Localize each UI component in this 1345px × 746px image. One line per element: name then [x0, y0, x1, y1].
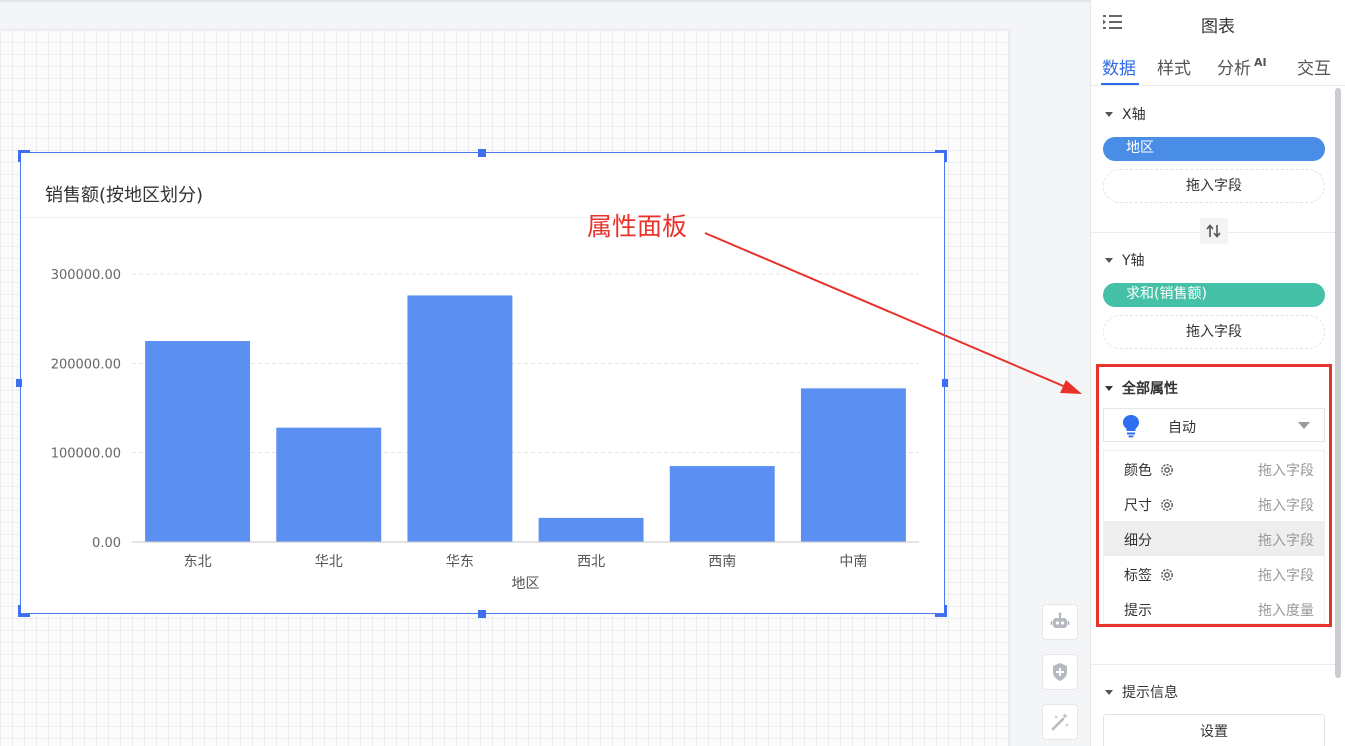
bar-4[interactable] [669, 466, 775, 542]
panel-scrollbar[interactable] [1335, 88, 1341, 678]
tab-style-label: 样式 [1157, 59, 1191, 79]
y-axis-drop-zone[interactable]: 拖入字段 [1103, 315, 1325, 349]
resize-handle-top[interactable] [478, 149, 486, 157]
property-panel: 图表 数据 样式 分析 AI 交互 X轴 地区 拖入字段 Y轴 求和(销售额) 拖… [1090, 0, 1345, 746]
tab-analysis-label: 分析 [1217, 59, 1251, 79]
resize-handle-left[interactable] [16, 379, 22, 387]
bar-2[interactable] [407, 295, 513, 542]
annotation-label: 属性面板 [587, 212, 688, 241]
robot-icon [1050, 612, 1070, 628]
prop-size-label: 尺寸 [1124, 498, 1152, 514]
prop-name: 细分 [1124, 530, 1152, 550]
bar-1[interactable] [276, 427, 382, 542]
panel-title: 图表 [1201, 17, 1235, 37]
tooltip-info-section-toggle[interactable]: 提示信息 [1105, 682, 1178, 702]
prop-row-tooltip[interactable]: 提示 拖入度量 [1104, 591, 1324, 626]
magic-wand-icon [1051, 713, 1069, 731]
bar-3[interactable] [538, 517, 644, 542]
tab-interaction-label: 交互 [1297, 59, 1331, 79]
security-button[interactable] [1042, 654, 1078, 690]
chart-widget[interactable]: 销售额(按地区划分) 0.00 100000.00 200000.00 300000.… [20, 152, 945, 614]
prop-detail-label: 细分 [1124, 533, 1152, 549]
prop-row-label[interactable]: 标签 拖入字段 [1104, 556, 1324, 591]
gear-icon[interactable] [1159, 567, 1175, 583]
swap-axes-button[interactable] [1200, 218, 1228, 244]
resize-corner-bottom-left[interactable] [18, 605, 30, 617]
x-axis-section-toggle[interactable]: X轴 [1105, 104, 1146, 124]
prop-tooltip-drop[interactable]: 拖入度量 [1258, 600, 1314, 620]
prop-name: 提示 [1124, 600, 1152, 620]
prop-row-size[interactable]: 尺寸 拖入字段 [1104, 486, 1324, 521]
section-divider [1091, 664, 1335, 665]
x-tick-label: 中南 [839, 554, 867, 570]
swap-arrows-icon [1206, 224, 1221, 238]
collapse-triangle-icon [1105, 385, 1113, 391]
bar-0[interactable] [145, 341, 251, 542]
collapse-triangle-icon [1105, 257, 1113, 263]
ai-badge: AI [1254, 56, 1267, 69]
prop-name: 颜色 [1124, 460, 1175, 480]
resize-corner-top-right[interactable] [935, 150, 947, 162]
shield-plus-icon [1053, 663, 1067, 681]
chevron-down-icon [1298, 422, 1310, 429]
tab-data[interactable]: 数据 [1102, 54, 1136, 79]
prop-tooltip-label: 提示 [1124, 603, 1152, 619]
gear-icon[interactable] [1159, 462, 1175, 478]
panel-header: 图表 [1091, 0, 1345, 44]
tab-interaction[interactable]: 交互 [1297, 54, 1331, 79]
resize-handle-bottom[interactable] [478, 610, 486, 618]
prop-label-drop[interactable]: 拖入字段 [1258, 565, 1314, 585]
tab-data-label: 数据 [1102, 59, 1136, 79]
tab-analysis[interactable]: 分析 AI [1217, 54, 1267, 79]
prop-row-color[interactable]: 颜色 拖入字段 [1104, 451, 1324, 486]
prop-row-detail[interactable]: 细分 拖入字段 [1104, 521, 1324, 556]
x-axis-label: X轴 [1122, 107, 1146, 123]
bar-5[interactable] [800, 388, 906, 542]
tooltip-settings-button[interactable]: 设置 [1103, 714, 1325, 746]
property-channel-list: 颜色 拖入字段 尺寸 拖入字段 细分 拖入字段 标签 拖入字段 提示 拖入度量 [1103, 450, 1325, 624]
x-tick-label: 西北 [577, 554, 605, 570]
active-tab-indicator [1101, 83, 1139, 85]
y-tick-label: 300000.00 [51, 268, 121, 283]
y-tick-label: 100000.00 [51, 447, 121, 462]
prop-color-drop[interactable]: 拖入字段 [1258, 460, 1314, 480]
prop-color-label: 颜色 [1124, 463, 1152, 479]
magic-wand-button[interactable] [1042, 704, 1078, 740]
x-tick-label: 东北 [184, 554, 212, 570]
resize-corner-bottom-right[interactable] [935, 605, 947, 617]
ai-assistant-button[interactable] [1042, 604, 1078, 640]
x-axis-field-pill[interactable]: 地区 [1103, 137, 1325, 161]
resize-handle-right[interactable] [942, 379, 948, 387]
y-axis-section-toggle[interactable]: Y轴 [1105, 250, 1145, 270]
x-tick-label: 华北 [315, 554, 343, 570]
prop-size-drop[interactable]: 拖入字段 [1258, 495, 1314, 515]
panel-tabs: 数据 样式 分析 AI 交互 [1091, 46, 1345, 86]
prop-label-label: 标签 [1124, 568, 1152, 584]
x-tick-label: 华东 [446, 554, 474, 570]
all-properties-label: 全部属性 [1122, 381, 1178, 397]
lightbulb-icon [1123, 415, 1139, 438]
all-properties-section-toggle[interactable]: 全部属性 [1105, 378, 1178, 398]
collapse-panel-icon[interactable] [1103, 14, 1123, 30]
x-axis-drop-zone[interactable]: 拖入字段 [1103, 169, 1325, 203]
mark-type-value: 自动 [1168, 420, 1196, 436]
y-axis-label: Y轴 [1122, 253, 1145, 269]
prop-name: 尺寸 [1124, 495, 1175, 515]
tooltip-info-label: 提示信息 [1122, 685, 1178, 701]
collapse-triangle-icon [1105, 689, 1113, 695]
bar-chart: 0.00 100000.00 200000.00 300000.00 东北 华北 华东 西北 西… [51, 268, 919, 592]
y-tick-label: 200000.00 [51, 357, 121, 372]
collapse-triangle-icon [1105, 111, 1113, 117]
prop-detail-drop[interactable]: 拖入字段 [1258, 530, 1314, 550]
tab-style[interactable]: 样式 [1157, 54, 1191, 79]
prop-name: 标签 [1124, 565, 1175, 585]
mark-type-select[interactable]: 自动 [1103, 408, 1325, 442]
resize-corner-top-left[interactable] [18, 150, 30, 162]
x-tick-label: 西南 [708, 554, 736, 570]
y-axis-field-pill[interactable]: 求和(销售额) [1103, 283, 1325, 307]
y-tick-label: 0.00 [92, 536, 121, 551]
x-axis-title: 地区 [512, 576, 540, 592]
gear-icon[interactable] [1159, 497, 1175, 513]
